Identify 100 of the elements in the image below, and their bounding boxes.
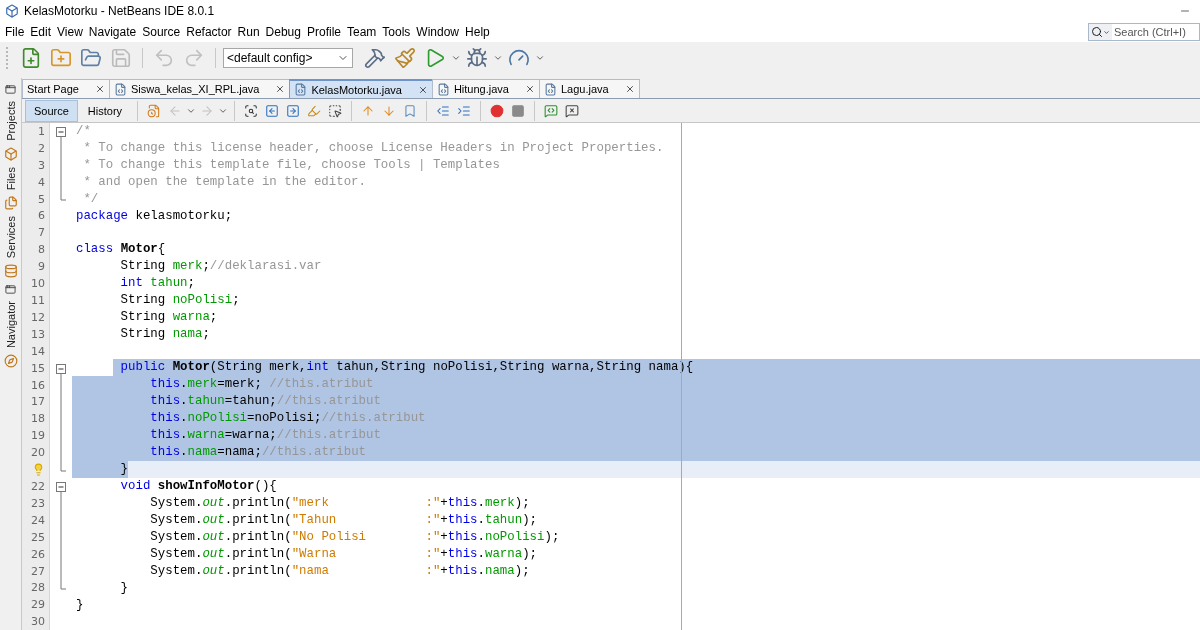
close-icon[interactable] <box>417 84 428 95</box>
code-line: String noPolisi; <box>119 292 241 309</box>
code-line: System.out.println("No Polisi :"+this.noPolisi); <box>149 529 561 546</box>
folder-plus-icon <box>50 46 72 69</box>
arrow-right-icon <box>200 103 215 118</box>
tab-label: Start Page <box>27 83 80 95</box>
files-icon <box>3 196 18 210</box>
restore-window-icon[interactable] <box>5 284 16 296</box>
code-line: String nama; <box>119 326 211 343</box>
code-line: String warna; <box>119 309 219 326</box>
java-file-icon <box>114 82 127 96</box>
line-number: 7 <box>38 226 45 240</box>
menu-item[interactable]: Refactor <box>183 25 235 39</box>
window-title: KelasMotorku - NetBeans IDE 8.0.1 <box>24 4 216 18</box>
java-file-icon <box>543 82 557 96</box>
line-number: 11 <box>31 294 45 307</box>
arrow-left-icon <box>168 103 183 118</box>
compass-icon <box>3 354 18 369</box>
code-line: package kelasmotorku; <box>75 208 234 225</box>
side-tab[interactable]: Services <box>4 216 17 259</box>
code-line: class Motor{ <box>75 241 167 258</box>
app-cube-icon <box>5 4 19 18</box>
menu-item[interactable]: Window <box>413 25 463 39</box>
line-number: 15 <box>31 361 45 375</box>
java-file-icon <box>436 82 450 96</box>
menu-item[interactable]: Source <box>139 25 184 39</box>
view-tab[interactable]: History <box>78 99 132 122</box>
line-number: 8 <box>38 243 45 257</box>
stop-icon <box>511 103 526 118</box>
close-icon[interactable] <box>95 84 105 94</box>
line-number: 18 <box>31 412 45 426</box>
code-line: } <box>75 597 85 614</box>
line-number: 22 <box>31 480 45 493</box>
code-line: /* <box>75 123 92 140</box>
lightbulb-icon[interactable] <box>32 463 45 477</box>
side-tab[interactable]: Projects <box>4 101 17 141</box>
line-number: 16 <box>31 378 45 392</box>
code-line: System.out.println("merk :"+this.merk); <box>149 495 531 512</box>
close-icon[interactable] <box>275 84 286 94</box>
menu-item[interactable]: Navigate <box>85 25 140 39</box>
bug-icon <box>466 46 488 69</box>
line-number: 2 <box>38 141 45 155</box>
line-number: 14 <box>31 344 45 358</box>
code-line: * To change this license header, choose License Headers in Project Properties. <box>82 140 665 157</box>
hammer-icon <box>364 46 386 69</box>
code-line: String merk;//deklarasi.var <box>119 258 323 275</box>
line-number: 28 <box>31 581 45 595</box>
menu-item[interactable]: Run <box>234 25 263 39</box>
line-number: 23 <box>31 496 45 510</box>
line-number: 4 <box>38 175 45 189</box>
dashed-selection-icon <box>328 103 343 118</box>
code-line: System.out.println("Warna :"+this.warna); <box>149 546 539 563</box>
code-fold-marker[interactable] <box>56 482 67 591</box>
uncomment-icon <box>565 103 580 118</box>
menu-item[interactable]: File <box>2 25 28 39</box>
menu-item[interactable]: Profile <box>304 25 344 39</box>
java-file-icon <box>294 83 308 96</box>
code-line: void showInfoMotor(){ <box>119 478 278 495</box>
restore-window-icon[interactable] <box>5 84 16 95</box>
menu-item[interactable]: Debug <box>262 25 304 39</box>
file-tab[interactable]: Start Page <box>22 79 110 98</box>
folder-icon <box>80 46 102 69</box>
menu-item[interactable]: View <box>54 25 86 39</box>
bookmark-icon <box>403 103 418 118</box>
arrow-right-icon <box>286 103 301 118</box>
code-line: * To change this template file, choose Tools | Templates <box>82 157 501 174</box>
line-number: 26 <box>31 547 45 561</box>
file-tab[interactable]: KelasMotorku.java <box>289 79 433 98</box>
file-tab[interactable]: Hitung.java <box>431 79 540 98</box>
arrow-left-icon <box>265 103 280 118</box>
line-number: 6 <box>38 209 45 223</box>
file-tab[interactable]: Lagu.java <box>538 79 640 98</box>
view-tab[interactable]: Source <box>25 99 78 122</box>
line-number: 5 <box>38 192 45 206</box>
menu-item[interactable]: Help <box>462 25 493 39</box>
side-tab[interactable]: Files <box>4 166 17 190</box>
side-tab[interactable]: Navigator <box>4 301 17 349</box>
search-icon <box>244 103 259 118</box>
menu-item[interactable]: Edit <box>27 25 55 39</box>
menu-item[interactable]: Tools <box>379 25 414 39</box>
line-number: 29 <box>31 598 45 612</box>
code-fold-marker[interactable] <box>56 127 67 201</box>
highlighter-icon <box>307 103 322 118</box>
close-icon[interactable] <box>624 84 635 94</box>
code-fold-marker[interactable] <box>56 363 67 472</box>
line-number: 12 <box>31 310 45 324</box>
line-number: 27 <box>31 564 45 578</box>
config-dropdown[interactable]: <default config> <box>223 47 353 68</box>
line-number: 13 <box>31 327 45 341</box>
close-icon[interactable] <box>524 84 535 94</box>
menu-item[interactable]: Team <box>344 25 380 39</box>
code-line: */ <box>82 191 100 208</box>
code-line: * and open the template in the editor. <box>82 174 367 191</box>
line-number: 19 <box>31 429 45 443</box>
code-line: System.out.println("Tahun :"+this.tahun); <box>149 512 539 529</box>
file-tab[interactable]: Siswa_kelas_XI_RPL.java <box>109 79 291 98</box>
database-icon <box>3 264 18 279</box>
line-number: 3 <box>38 158 45 172</box>
tab-label: Siswa_kelas_XI_RPL.java <box>131 83 261 95</box>
outdent-icon <box>436 103 451 118</box>
